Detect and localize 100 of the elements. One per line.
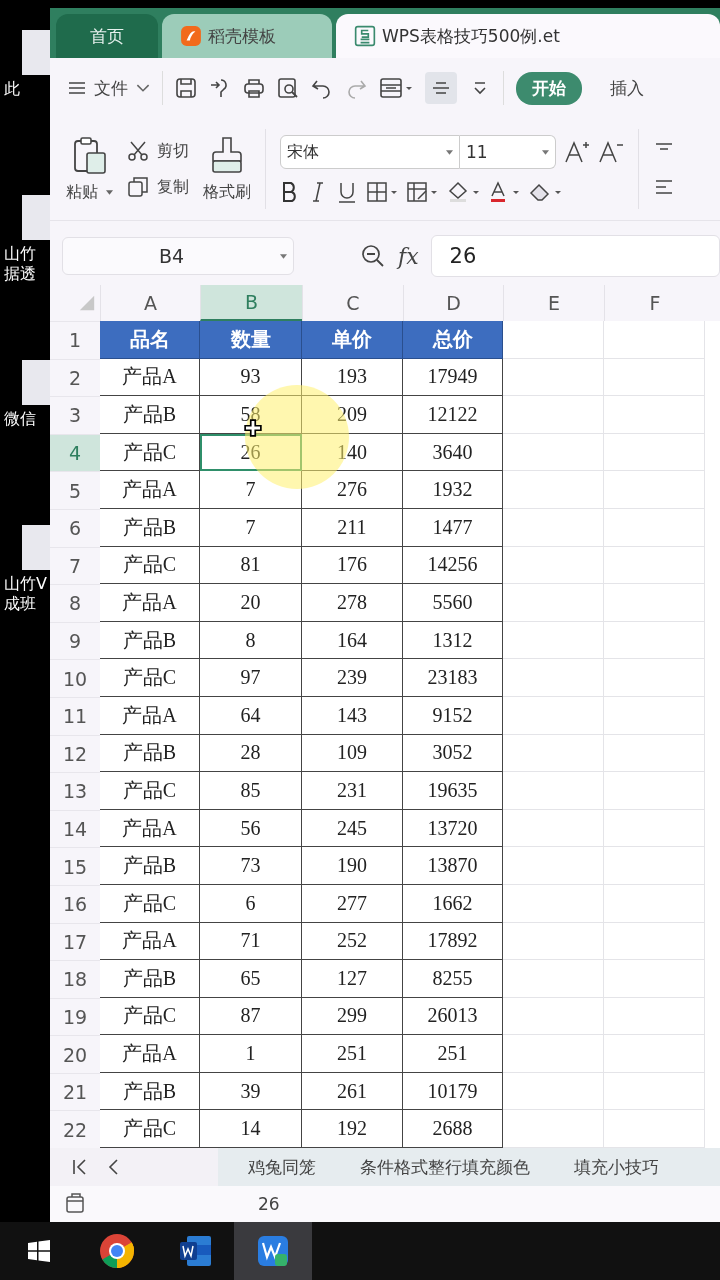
row-header[interactable]: 5	[50, 471, 100, 509]
row-header[interactable]: 21	[50, 1072, 100, 1111]
borders-icon[interactable]	[366, 181, 398, 203]
paint-brush-icon[interactable]	[210, 135, 244, 176]
center-align-icon[interactable]	[425, 72, 457, 104]
cell-style-icon[interactable]	[406, 181, 438, 203]
row-header[interactable]: 20	[50, 1035, 100, 1073]
table-cell: 251	[302, 1035, 403, 1073]
cross-cursor-icon	[244, 419, 262, 437]
font-size-dropdown[interactable]: 11	[460, 135, 556, 169]
font-name-dropdown[interactable]: 宋体	[280, 135, 460, 169]
document-tab[interactable]: 首页	[56, 14, 158, 58]
row-header[interactable]: 8	[50, 584, 100, 622]
row-header[interactable]: 17	[50, 922, 100, 961]
file-menu-button[interactable]: 文件	[68, 76, 150, 100]
row-header[interactable]: 4	[50, 433, 100, 472]
column-header[interactable]: F	[604, 285, 705, 321]
row-header[interactable]: 6	[50, 508, 100, 547]
table-cell: 产品A	[100, 358, 200, 397]
sheet-tab[interactable]: 条件格式整行填充颜色	[360, 1155, 530, 1179]
sheet-tab[interactable]: 填充小技巧	[574, 1155, 659, 1179]
eraser-icon[interactable]	[528, 181, 562, 203]
table-cell: 1312	[403, 621, 503, 660]
column-header[interactable]: E	[503, 285, 604, 321]
paste-label[interactable]: 粘贴	[66, 181, 98, 203]
taskbar-app[interactable]	[234, 1222, 312, 1280]
sheet-tab[interactable]: 鸡兔同笼	[248, 1155, 316, 1179]
document-tab[interactable]: WPS表格技巧500例.et	[336, 14, 720, 58]
document-app-icon	[177, 1233, 213, 1269]
copy-icon[interactable]	[127, 176, 149, 198]
fill-color-icon[interactable]	[446, 181, 480, 203]
row-header[interactable]: 1	[50, 321, 100, 359]
increase-font-icon[interactable]	[564, 140, 590, 164]
table-cell: 14256	[403, 546, 503, 585]
desktop-icon-label: 山竹V 成班	[3, 574, 48, 614]
row-header[interactable]: 13	[50, 772, 100, 810]
table-cell: 277	[302, 884, 403, 923]
zoom-icon[interactable]	[360, 243, 386, 269]
clipboard-icon[interactable]	[71, 135, 108, 176]
row-header[interactable]: 7	[50, 546, 100, 585]
table-cell: 97	[200, 659, 302, 697]
table-cell: 3052	[403, 734, 503, 773]
table-cell: 73	[200, 847, 302, 885]
caret-icon[interactable]	[106, 189, 113, 195]
table-cell: 261	[302, 1072, 403, 1111]
merge-cells-icon[interactable]	[379, 77, 413, 99]
table-cell: 产品C	[100, 772, 200, 810]
document-tab[interactable]: 稻壳模板	[162, 14, 332, 58]
table-cell: 276	[302, 471, 403, 509]
ribbon-tab[interactable]: 插入	[594, 71, 660, 105]
table-cell: 产品B	[100, 734, 200, 773]
table-cell: 56	[200, 809, 302, 848]
row-header[interactable]: 12	[50, 734, 100, 773]
cut-label[interactable]: 剪切	[157, 140, 189, 162]
row-header[interactable]: 16	[50, 884, 100, 923]
header-cell: 单价	[302, 321, 403, 359]
table-cell: 39	[200, 1072, 302, 1111]
table-cell: 109	[302, 734, 403, 773]
formula-input[interactable]: 26	[430, 235, 720, 277]
decrease-font-icon[interactable]	[598, 140, 624, 164]
name-box[interactable]: B4	[62, 237, 294, 275]
table-cell: 1	[200, 1035, 302, 1073]
spreadsheet-app-icon	[255, 1233, 291, 1269]
header-cell: 品名	[100, 321, 200, 359]
column-header[interactable]: B	[200, 285, 302, 321]
table-cell: 产品C	[100, 433, 200, 472]
function-label[interactable]: fx	[398, 243, 419, 269]
ribbon-tab[interactable]: 开始	[516, 71, 582, 105]
row-header[interactable]: 2	[50, 358, 100, 397]
row-header[interactable]: 15	[50, 847, 100, 885]
row-header[interactable]: 14	[50, 809, 100, 848]
print-icon[interactable]	[243, 77, 265, 99]
row-header[interactable]: 18	[50, 960, 100, 998]
status-value: 26	[258, 1194, 280, 1214]
font-color-icon[interactable]	[488, 181, 520, 203]
desktop-icon-label: 山竹 据透	[3, 244, 37, 284]
table-cell: 产品A	[100, 696, 200, 735]
table-cell: 6	[200, 884, 302, 923]
copy-label[interactable]: 复制	[157, 176, 189, 198]
row-header[interactable]: 19	[50, 997, 100, 1036]
row-header[interactable]: 22	[50, 1110, 100, 1148]
table-cell: 7	[200, 471, 302, 509]
scissors-icon[interactable]	[127, 140, 149, 162]
table-cell: 164	[302, 621, 403, 660]
format-painter-label[interactable]: 格式刷	[203, 181, 251, 203]
table-cell: 28	[200, 734, 302, 773]
save-icon[interactable]	[175, 77, 197, 99]
row-header[interactable]: 9	[50, 621, 100, 660]
row-header[interactable]: 3	[50, 396, 100, 434]
table-cell: 85	[200, 772, 302, 810]
print-preview-icon[interactable]	[277, 77, 299, 99]
table-cell: 251	[403, 1035, 503, 1073]
underline-icon[interactable]	[336, 181, 358, 203]
row-header[interactable]: 11	[50, 696, 100, 735]
row-header[interactable]: 10	[50, 659, 100, 697]
table-cell: 产品B	[100, 960, 200, 998]
table-cell: 13870	[403, 847, 503, 885]
table-cell: 19635	[403, 772, 503, 810]
table-cell: 252	[302, 922, 403, 961]
caret-icon	[280, 253, 287, 259]
